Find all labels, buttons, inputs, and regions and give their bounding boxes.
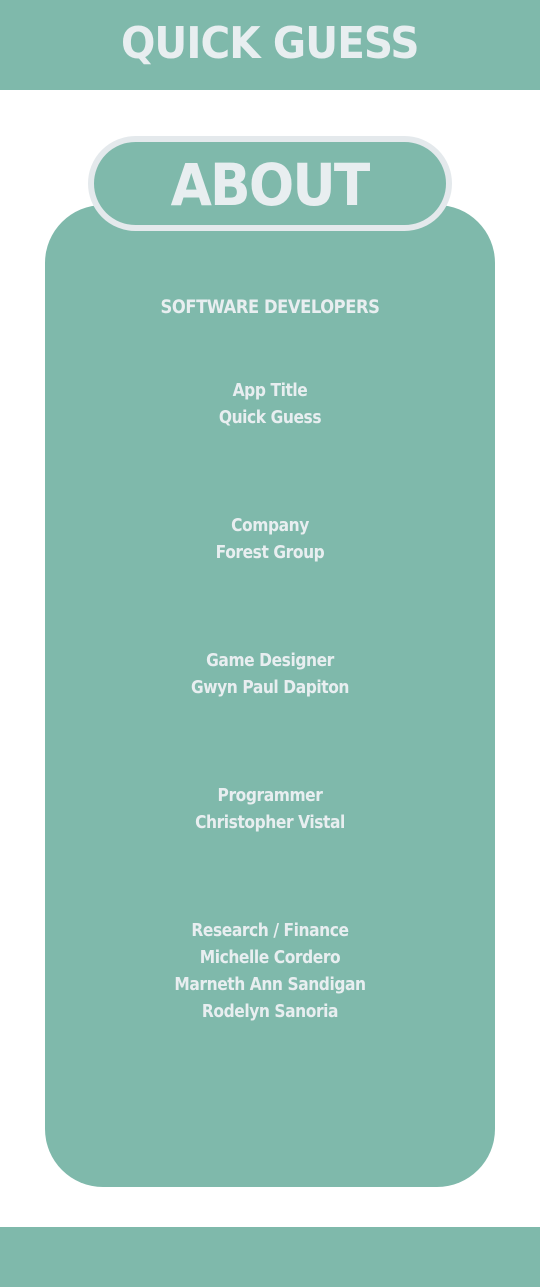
header-bar: QUICK GUESS — [0, 0, 540, 90]
about-title-pill: ABOUT — [88, 136, 452, 231]
credit-name: Marneth Ann Sandigan — [174, 974, 366, 995]
credit-name: Rodelyn Sanoria — [201, 1001, 339, 1022]
credit-app-title: App Title Quick Guess — [38, 377, 502, 431]
app-title: QUICK GUESS — [121, 18, 420, 69]
section-heading: SOFTWARE DEVELOPERS — [160, 296, 380, 318]
credit-role: App Title — [232, 380, 308, 401]
about-title: ABOUT — [171, 150, 371, 219]
credit-name: Michelle Cordero — [199, 947, 341, 968]
credit-company: Company Forest Group — [38, 512, 502, 566]
credit-role: Game Designer — [206, 650, 334, 671]
credit-programmer: Programmer Christopher Vistal — [38, 782, 502, 836]
credit-role: Company — [231, 515, 309, 536]
credit-role: Research / Finance — [191, 920, 349, 941]
credit-name: Forest Group — [215, 542, 325, 563]
credit-name: Quick Guess — [218, 407, 322, 428]
credit-game-designer: Game Designer Gwyn Paul Dapiton — [38, 647, 502, 701]
footer-bar — [0, 1227, 540, 1287]
credit-research-finance: Research / Finance Michelle Cordero Marn… — [38, 917, 502, 1025]
credit-name: Gwyn Paul Dapiton — [190, 677, 350, 698]
credit-role: Programmer — [217, 785, 323, 806]
credit-name: Christopher Vistal — [195, 812, 345, 833]
